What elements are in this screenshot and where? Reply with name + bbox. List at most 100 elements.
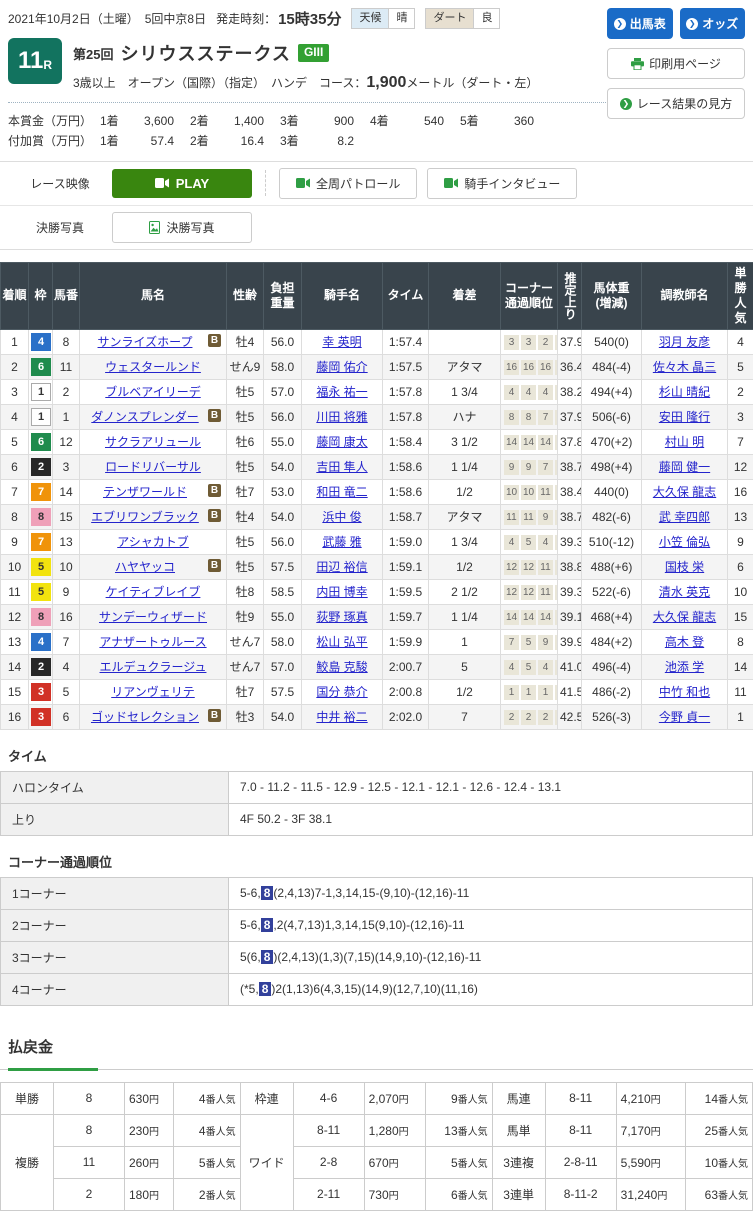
jockey-link[interactable]: 福永 祐一 [316, 385, 367, 399]
horse-number: 15 [53, 504, 80, 529]
horse-weight: 506(-6) [582, 404, 642, 429]
trainer-link[interactable]: 安田 隆行 [659, 410, 710, 424]
corner-positions: 14141412 [501, 429, 558, 454]
horse-weight: 496(-4) [582, 654, 642, 679]
results-table: 着順枠馬番馬名性齢負担 重量騎手名タイム着差コーナー 通過順位推定上り馬体重 (… [0, 262, 753, 730]
trainer-link[interactable]: 佐々木 晶三 [653, 360, 716, 374]
corner-order-pre: (*5, [240, 982, 259, 996]
corner-order: 5(6,8)(2,4,13)(1,3)(7,15)(14,9,10)-(12,1… [229, 941, 753, 973]
trainer-link[interactable]: 大久保 龍志 [653, 610, 716, 624]
horse-link[interactable]: サンライズホープ [98, 335, 193, 349]
payout-amount: 260円 [125, 1146, 174, 1178]
print-page-button[interactable]: 印刷用ページ [607, 48, 745, 79]
odds-button[interactable]: ❯ オッズ [680, 8, 746, 39]
trainer-link[interactable]: 池添 学 [665, 660, 704, 674]
jockey-link[interactable]: 和田 竜二 [316, 485, 367, 499]
carried-weight: 54.0 [264, 504, 302, 529]
corner-position-chip: 14 [538, 435, 553, 450]
jockey-cell: 浜中 俊 [302, 504, 383, 529]
horse-name-cell: ブルベアイリーデ [80, 379, 227, 404]
corner-position-chip: 4 [521, 385, 536, 400]
jockey-link[interactable]: 松山 弘平 [316, 635, 367, 649]
trainer-link[interactable]: 国枝 栄 [665, 560, 704, 574]
corner-position-chip: 7 [538, 410, 553, 425]
trainer-link[interactable]: 藤岡 健一 [659, 460, 710, 474]
trainer-cell: 池添 学 [642, 654, 728, 679]
last-furlongs-label: 上り [1, 803, 229, 835]
weather-value: 晴 [389, 9, 414, 28]
jockey-link[interactable]: 藤岡 佑介 [316, 360, 367, 374]
trainer-link[interactable]: 羽月 友彦 [659, 335, 710, 349]
corner-position-chip: 1 [521, 685, 536, 700]
jockey-link[interactable]: 内田 博幸 [316, 585, 367, 599]
trainer-link[interactable]: 杉山 晴紀 [659, 385, 710, 399]
jockey-interview-button[interactable]: 騎手インタビュー [427, 168, 577, 199]
corner-positions: 4443 [501, 379, 558, 404]
payout-row: 複勝8230円4番人気ワイド8-111,280円13番人気馬単8-117,170… [1, 1114, 753, 1146]
result-row: 312ブルベアイリーデ牡557.0福永 祐一1:57.81 3/4444338.… [1, 379, 753, 404]
corner-position-chip: 4 [538, 660, 553, 675]
frame-number-badge: 8 [31, 508, 51, 526]
jockey-link[interactable]: 荻野 琢真 [316, 610, 367, 624]
winner-highlight: 8 [259, 982, 272, 996]
entries-button[interactable]: ❯ 出馬表 [607, 8, 673, 39]
carried-weight: 57.0 [264, 379, 302, 404]
amount-value: 5,590 [621, 1156, 651, 1170]
carried-weight: 58.5 [264, 579, 302, 604]
horse-link[interactable]: ウェスタールンド [105, 360, 201, 374]
yen-unit: 円 [149, 1095, 159, 1106]
finish-time: 1:59.5 [383, 579, 429, 604]
play-button[interactable]: PLAY [112, 169, 252, 198]
jockey-link[interactable]: 鮫島 克駿 [316, 660, 367, 674]
jockey-link[interactable]: 吉田 隼人 [316, 460, 367, 474]
horse-link[interactable]: サクラアリュール [105, 435, 201, 449]
trainer-link[interactable]: 村山 明 [665, 435, 704, 449]
favorite-rank-unit: 番人気 [718, 1191, 748, 1202]
winner-highlight: 8 [261, 886, 274, 900]
trainer-link[interactable]: 清水 英克 [659, 585, 710, 599]
horse-link[interactable]: ダノンスプレンダー [91, 410, 198, 424]
frame-number-badge: 3 [31, 683, 51, 701]
trainer-link[interactable]: 今野 貞一 [659, 710, 710, 724]
jockey-link[interactable]: 国分 恭介 [316, 685, 367, 699]
horse-link[interactable]: エブリワンブラック [91, 510, 199, 524]
finish-photo-button[interactable]: 決勝写真 [112, 212, 252, 243]
trainer-link[interactable]: 小笠 倫弘 [659, 535, 710, 549]
horse-link[interactable]: ケイティブレイブ [106, 585, 201, 599]
howto-read-results-button[interactable]: ❯ レース結果の見方 [607, 88, 745, 119]
last-furlongs-value: 4F 50.2 - 3F 38.1 [229, 803, 753, 835]
payout-amount: 2,070円 [364, 1082, 425, 1114]
payout-row: 11260円5番人気2-8670円5番人気3連複2-8-115,590円10番人… [1, 1146, 753, 1178]
horse-link[interactable]: テンザワールド [103, 485, 187, 499]
horse-link[interactable]: エルデュクラージュ [100, 660, 207, 674]
horse-link[interactable]: ブルベアイリーデ [105, 385, 200, 399]
payout-favorite-rank: 2番人気 [173, 1178, 240, 1210]
patrol-video-button[interactable]: 全周パトロール [279, 168, 417, 199]
win-favorite-rank: 11 [728, 679, 753, 704]
horse-link[interactable]: リアンヴェリテ [111, 685, 195, 699]
jockey-link[interactable]: 幸 英明 [322, 335, 361, 349]
horse-link[interactable]: サンデーウィザード [99, 610, 207, 624]
horse-link[interactable]: ゴッドセレクション [91, 710, 199, 724]
jockey-link[interactable]: 武藤 雅 [322, 535, 361, 549]
jockey-link[interactable]: 田辺 裕信 [316, 560, 367, 574]
finish-time: 2:00.7 [383, 654, 429, 679]
jockey-link[interactable]: 浜中 俊 [322, 510, 361, 524]
horse-link[interactable]: ロードリバーサル [105, 460, 201, 474]
blinker-badge: B [208, 559, 221, 572]
trainer-link[interactable]: 武 幸四郎 [659, 510, 710, 524]
jockey-link[interactable]: 川田 将雅 [316, 410, 367, 424]
horse-link[interactable]: アシャカトブ [117, 535, 189, 549]
favorite-rank-value: 4 [199, 1092, 206, 1106]
jockey-link[interactable]: 藤岡 康太 [316, 435, 367, 449]
bet-combination: 8-11 [545, 1082, 616, 1114]
horse-link[interactable]: アナザートゥルース [99, 635, 206, 649]
estimated-last3f: 39.3 [558, 579, 582, 604]
jockey-link[interactable]: 中井 裕二 [316, 710, 367, 724]
trainer-link[interactable]: 大久保 龍志 [653, 485, 716, 499]
trainer-link[interactable]: 高木 登 [665, 635, 704, 649]
trainer-link[interactable]: 中竹 和也 [659, 685, 710, 699]
frame-number-badge: 2 [31, 458, 51, 476]
horse-link[interactable]: ハヤヤッコ [115, 560, 175, 574]
yen-unit: 円 [389, 1191, 399, 1202]
